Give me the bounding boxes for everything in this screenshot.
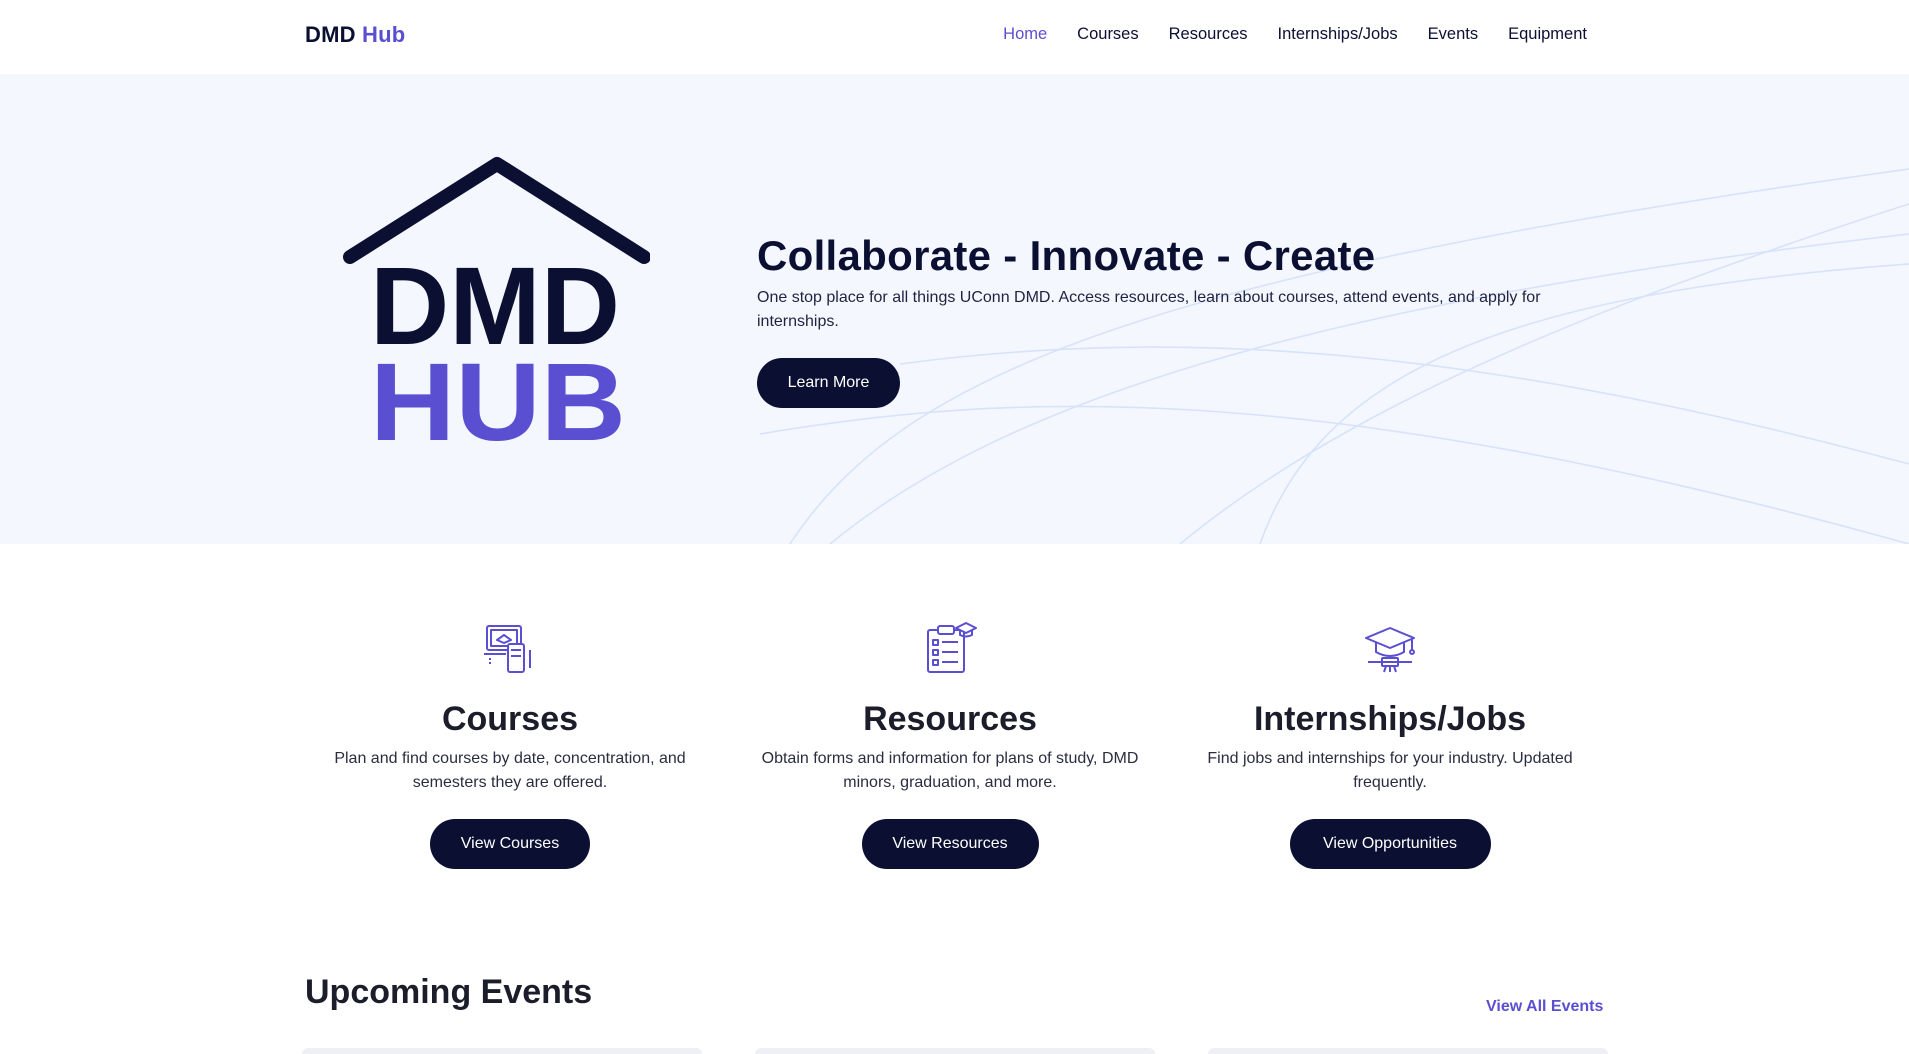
feature-title-internships: Internships/Jobs — [1253, 700, 1527, 738]
feature-title-courses: Courses — [441, 700, 579, 738]
upcoming-events-title: Upcoming Events — [305, 973, 593, 1011]
logo-roof-icon — [343, 157, 650, 264]
nav-home[interactable]: Home — [1003, 25, 1047, 44]
logo-text-hub: HUB — [370, 341, 626, 452]
brand-part-hub: Hub — [362, 22, 406, 47]
feature-internships: Internships/Jobs Find jobs and internshi… — [1170, 620, 1610, 869]
brand-logo-text[interactable]: DMD Hub — [305, 22, 405, 48]
feature-cards: Courses Plan and find courses by date, c… — [290, 620, 1610, 869]
graduation-cap-icon — [1365, 627, 1415, 673]
learn-more-button[interactable]: Learn More — [757, 358, 900, 408]
feature-text-courses: Plan and find courses by date, concentra… — [334, 750, 686, 791]
dmd-hub-logo: DMD HUB — [343, 157, 650, 452]
main-nav: Home Courses Resources Internships/Jobs … — [1003, 25, 1587, 44]
nav-internships-jobs[interactable]: Internships/Jobs — [1278, 25, 1398, 44]
feature-title-resources: Resources — [863, 700, 1037, 738]
hero-title: Collaborate - Innovate - Create — [757, 232, 1376, 279]
feature-text-resources: Obtain forms and information for plans o… — [761, 750, 1139, 791]
view-resources-button[interactable]: View Resources — [861, 819, 1039, 869]
feature-courses: Courses Plan and find courses by date, c… — [290, 620, 730, 869]
event-card[interactable] — [302, 1048, 702, 1054]
feature-resources: Resources Obtain forms and information f… — [730, 620, 1170, 869]
nav-equipment[interactable]: Equipment — [1508, 25, 1587, 44]
feature-text-internships: Find jobs and internships for your indus… — [1207, 750, 1573, 791]
hero-description: One stop place for all things UConn DMD.… — [757, 289, 1541, 330]
hero-section: DMD HUB Collaborate - Innovate - Create … — [0, 74, 1909, 544]
nav-events[interactable]: Events — [1428, 25, 1478, 44]
laptop-tablet-icon — [484, 625, 531, 673]
view-opportunities-button[interactable]: View Opportunities — [1289, 819, 1491, 869]
clipboard-graduation-icon — [927, 622, 977, 673]
event-card[interactable] — [755, 1048, 1155, 1054]
view-courses-button[interactable]: View Courses — [430, 819, 590, 869]
nav-courses[interactable]: Courses — [1077, 25, 1138, 44]
site-header: DMD Hub Home Courses Resources Internshi… — [0, 0, 1909, 74]
event-card[interactable] — [1208, 1048, 1608, 1054]
nav-resources[interactable]: Resources — [1169, 25, 1248, 44]
view-all-events-link[interactable]: View All Events — [1486, 998, 1603, 1016]
brand-part-dmd: DMD — [305, 22, 356, 47]
